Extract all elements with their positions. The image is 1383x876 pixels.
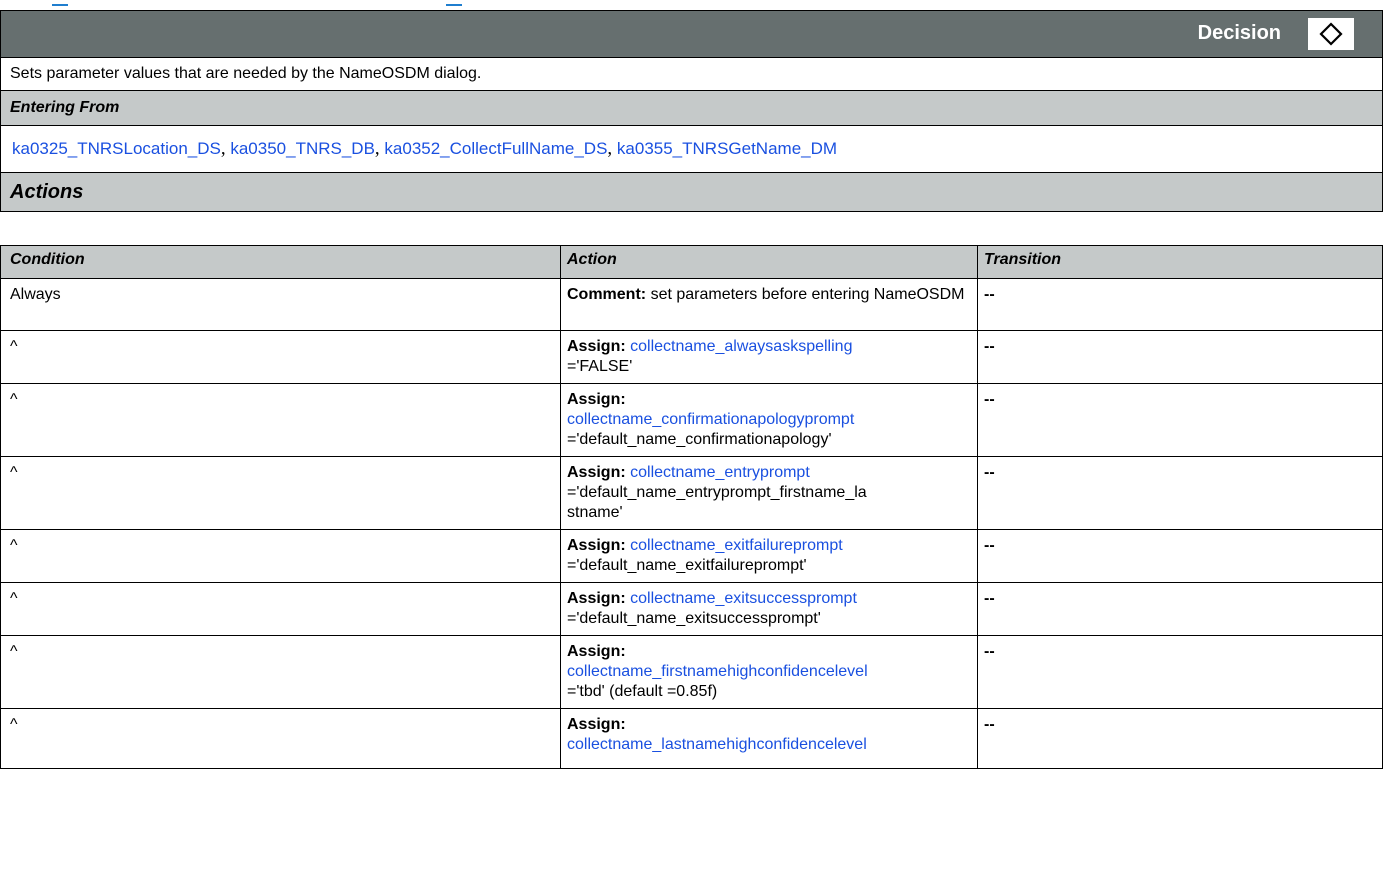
- action-cell: Assign: collectname_exitfailureprompt ='d…: [560, 529, 978, 583]
- table-row: ^ Assign: collectname_alwaysaskspelling =…: [0, 330, 1383, 384]
- action-kind: Assign:: [567, 590, 626, 607]
- action-value: ='default_name_exitsuccessprompt': [567, 610, 821, 627]
- variable-link[interactable]: collectname_alwaysaskspelling: [630, 338, 852, 355]
- action-value-continued: stname': [567, 504, 623, 521]
- action-kind: Assign:: [567, 643, 626, 660]
- action-kind: Assign:: [567, 464, 626, 481]
- action-value: ='tbd' (default =0.85f): [567, 683, 718, 700]
- transition-value: --: [984, 464, 995, 481]
- action-cell: Assign: collectname_confirmationapologypr…: [560, 383, 978, 457]
- table-row: ^ Assign: collectname_entryprompt ='defau…: [0, 456, 1383, 530]
- panel-header: Decision: [1, 11, 1382, 58]
- action-cell: Assign: collectname_exitsuccessprompt ='d…: [560, 582, 978, 636]
- condition-cell: ^: [0, 383, 561, 457]
- transition-cell: --: [977, 278, 1383, 331]
- column-header-action: Action: [560, 245, 978, 279]
- table-row: Always Comment: set parameters before en…: [0, 278, 1383, 331]
- entering-from-link[interactable]: ka0325_TNRSLocation_DS: [12, 139, 221, 158]
- action-kind: Comment:: [567, 286, 647, 303]
- action-cell: Assign: collectname_entryprompt ='default…: [560, 456, 978, 530]
- action-value: ='FALSE': [567, 358, 633, 375]
- table-row: ^ Assign: collectname_firstnamehighconfid…: [0, 635, 1383, 709]
- actions-table: Condition Action Transition Always Comme…: [0, 245, 1383, 769]
- transition-cell: --: [977, 330, 1383, 384]
- link-separator: ,: [374, 138, 380, 159]
- action-cell: Assign: collectname_lastnamehighconfidenc…: [560, 708, 978, 769]
- action-kind: Assign:: [567, 716, 626, 733]
- variable-link[interactable]: collectname_lastnamehighconfidencelevel: [567, 736, 867, 753]
- link-separator: ,: [220, 138, 226, 159]
- link-separator: ,: [607, 138, 613, 159]
- condition-cell: ^: [0, 529, 561, 583]
- transition-value: --: [984, 338, 995, 355]
- transition-cell: --: [977, 708, 1383, 769]
- transition-cell: --: [977, 383, 1383, 457]
- column-header-condition: Condition: [0, 245, 561, 279]
- action-text: set parameters before entering NameOSDM: [650, 286, 965, 303]
- action-kind: Assign:: [567, 338, 626, 355]
- action-cell: Assign: collectname_alwaysaskspelling ='F…: [560, 330, 978, 384]
- entering-from-heading: Entering From: [1, 91, 1382, 126]
- column-header-transition: Transition: [977, 245, 1383, 279]
- action-value: ='default_name_confirmationapology': [567, 431, 832, 448]
- entering-from-link[interactable]: ka0355_TNRSGetName_DM: [617, 139, 837, 158]
- clipped-link-fragments: [0, 0, 1383, 10]
- condition-cell: ^: [0, 582, 561, 636]
- transition-value: --: [984, 537, 995, 554]
- variable-link[interactable]: collectname_confirmationapologyprompt: [567, 411, 854, 428]
- clipped-underscore-2: [446, 0, 462, 6]
- action-value: ='default_name_entryprompt_firstname_la: [567, 484, 867, 501]
- entering-from-link[interactable]: ka0350_TNRS_DB: [230, 139, 375, 158]
- condition-cell: ^: [0, 635, 561, 709]
- condition-cell: Always: [0, 278, 561, 331]
- variable-link[interactable]: collectname_firstnamehighconfidencelevel: [567, 663, 868, 680]
- table-row: ^ Assign: collectname_exitfailureprompt =…: [0, 529, 1383, 583]
- entering-from-link[interactable]: ka0352_CollectFullName_DS: [384, 139, 607, 158]
- variable-link[interactable]: collectname_entryprompt: [630, 464, 810, 481]
- action-cell: Comment: set parameters before entering …: [560, 278, 978, 331]
- table-row: ^ Assign: collectname_lastnamehighconfide…: [0, 708, 1383, 769]
- table-row: ^ Assign: collectname_exitsuccessprompt =…: [0, 582, 1383, 636]
- table-row: ^ Assign: collectname_confirmationapology…: [0, 383, 1383, 457]
- action-kind: Assign:: [567, 391, 626, 408]
- condition-cell: ^: [0, 330, 561, 384]
- entering-from-links: ka0325_TNRSLocation_DS, ka0350_TNRS_DB, …: [1, 126, 1382, 173]
- transition-value: --: [984, 391, 995, 408]
- transition-cell: --: [977, 529, 1383, 583]
- condition-cell: ^: [0, 708, 561, 769]
- action-kind: Assign:: [567, 537, 626, 554]
- transition-value: --: [984, 716, 995, 733]
- description: Sets parameter values that are needed by…: [1, 58, 1382, 91]
- transition-cell: --: [977, 635, 1383, 709]
- condition-cell: ^: [0, 456, 561, 530]
- transition-cell: --: [977, 582, 1383, 636]
- transition-value: --: [984, 590, 995, 607]
- decision-panel: Decision Sets parameter values that are …: [0, 10, 1383, 212]
- actions-heading: Actions: [1, 173, 1382, 212]
- transition-cell: --: [977, 456, 1383, 530]
- diamond-icon: [1308, 18, 1354, 50]
- variable-link[interactable]: collectname_exitsuccessprompt: [630, 590, 857, 607]
- transition-value: --: [984, 643, 995, 660]
- table-header-row: Condition Action Transition: [0, 245, 1383, 279]
- variable-link[interactable]: collectname_exitfailureprompt: [630, 537, 843, 554]
- transition-value: --: [984, 286, 995, 303]
- clipped-underscore-1: [52, 0, 68, 6]
- action-value: ='default_name_exitfailureprompt': [567, 557, 807, 574]
- action-cell: Assign: collectname_firstnamehighconfiden…: [560, 635, 978, 709]
- node-type-label: Decision: [1197, 22, 1281, 44]
